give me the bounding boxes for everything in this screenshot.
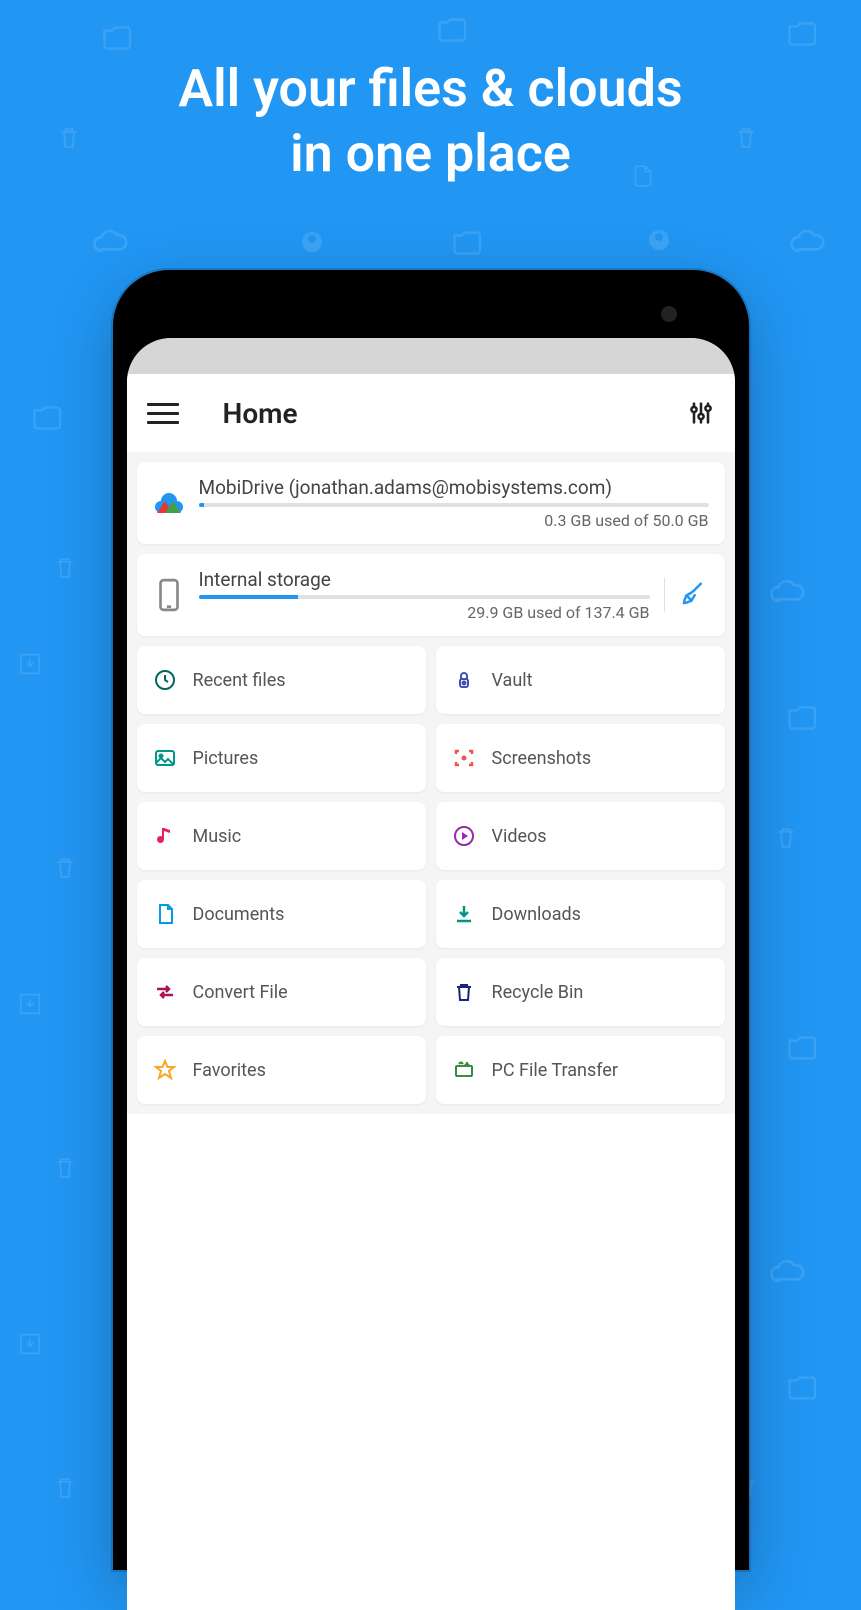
- grid-label: Recent files: [193, 670, 286, 691]
- grid-label: Music: [193, 826, 242, 847]
- storage-card-mobidrive[interactable]: MobiDrive (jonathan.adams@mobisystems.co…: [137, 462, 725, 544]
- storage-progress: [199, 503, 709, 507]
- grid-item-downloads[interactable]: Downloads: [436, 880, 725, 948]
- broom-icon: [679, 578, 709, 608]
- videos-icon: [452, 824, 476, 848]
- grid-item-screenshots[interactable]: Screenshots: [436, 724, 725, 792]
- pictures-icon: [153, 746, 177, 770]
- screenshots-icon: [452, 746, 476, 770]
- grid-item-recycle-bin[interactable]: Recycle Bin: [436, 958, 725, 1026]
- clean-button[interactable]: [664, 578, 709, 612]
- grid-item-favorites[interactable]: Favorites: [137, 1036, 426, 1104]
- sliders-icon: [687, 399, 715, 427]
- menu-button[interactable]: [147, 397, 179, 429]
- grid-label: Screenshots: [492, 748, 592, 769]
- grid-item-vault[interactable]: Vault: [436, 646, 725, 714]
- pc-transfer-icon: [452, 1058, 476, 1082]
- grid-label: Downloads: [492, 904, 581, 925]
- storage-title: MobiDrive (jonathan.adams@mobisystems.co…: [199, 476, 709, 499]
- status-bar: [127, 338, 735, 374]
- phone-camera: [661, 306, 677, 322]
- grid-label: Videos: [492, 826, 547, 847]
- phone-frame: Home MobiDr: [113, 270, 749, 1570]
- star-icon: [153, 1058, 177, 1082]
- shortcuts-grid: Recent files Vault Pictures: [137, 646, 725, 1104]
- settings-button[interactable]: [687, 399, 715, 427]
- grid-item-pc-file-transfer[interactable]: PC File Transfer: [436, 1036, 725, 1104]
- grid-item-pictures[interactable]: Pictures: [137, 724, 426, 792]
- downloads-icon: [452, 902, 476, 926]
- phone-icon: [153, 579, 185, 611]
- clock-icon: [153, 668, 177, 692]
- grid-item-videos[interactable]: Videos: [436, 802, 725, 870]
- grid-label: PC File Transfer: [492, 1060, 618, 1081]
- phone-screen: Home MobiDr: [127, 338, 735, 1610]
- storage-card-internal[interactable]: Internal storage 29.9 GB used of 137.4 G…: [137, 554, 725, 636]
- page-title: Home: [223, 397, 687, 430]
- storage-progress: [199, 595, 650, 599]
- grid-label: Recycle Bin: [492, 982, 584, 1003]
- grid-label: Favorites: [193, 1060, 266, 1081]
- app-header: Home: [127, 374, 735, 452]
- grid-label: Vault: [492, 670, 533, 691]
- grid-item-recent-files[interactable]: Recent files: [137, 646, 426, 714]
- storage-subtitle: 29.9 GB used of 137.4 GB: [199, 603, 650, 622]
- grid-label: Pictures: [193, 748, 259, 769]
- grid-item-documents[interactable]: Documents: [137, 880, 426, 948]
- storage-subtitle: 0.3 GB used of 50.0 GB: [199, 511, 709, 530]
- grid-item-music[interactable]: Music: [137, 802, 426, 870]
- grid-item-convert-file[interactable]: Convert File: [137, 958, 426, 1026]
- vault-icon: [452, 668, 476, 692]
- documents-icon: [153, 902, 177, 926]
- convert-icon: [153, 980, 177, 1004]
- trash-icon: [452, 980, 476, 1004]
- music-icon: [153, 824, 177, 848]
- app-body: MobiDrive (jonathan.adams@mobisystems.co…: [127, 452, 735, 1114]
- grid-label: Documents: [193, 904, 285, 925]
- grid-label: Convert File: [193, 982, 288, 1003]
- mobidrive-icon: [153, 487, 185, 519]
- storage-title: Internal storage: [199, 568, 650, 591]
